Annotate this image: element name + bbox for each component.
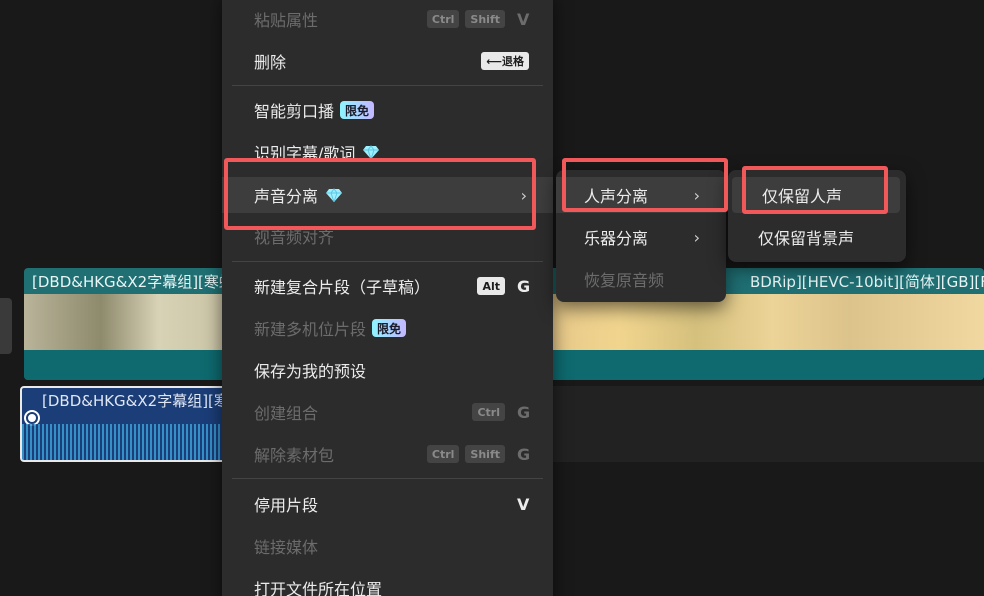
menu-item-recognize-subtitles[interactable]: 识别字幕/歌词 <box>222 134 553 170</box>
menu-separator <box>232 85 543 86</box>
menu-item-save-preset[interactable]: 保存为我的预设 <box>222 352 553 388</box>
kbd-letter: V <box>517 494 530 514</box>
submenu-item-vocal-separation[interactable]: 人声分离 › <box>556 177 726 213</box>
submenu-item-restore-audio[interactable]: 恢复原音频 <box>556 261 726 297</box>
menu-item-delete[interactable]: 删除 ⟵退格 <box>222 43 553 79</box>
menu-item-label: 新建多机位片段 <box>254 320 367 339</box>
menu-item-label: 创建组合 <box>254 404 319 423</box>
menu-item-new-compound-clip[interactable]: 新建复合片段（子草稿） Alt G <box>222 268 553 304</box>
kbd-letter: G <box>517 444 531 464</box>
keyframe-dot-icon[interactable] <box>26 412 38 424</box>
shortcut: Ctrl G <box>466 394 531 430</box>
menu-separator <box>232 261 543 262</box>
submenu-item-keep-vocals[interactable]: 仅保留人声 <box>732 177 900 213</box>
menu-item-label: 智能剪口播 <box>254 102 335 121</box>
kbd-shift: Shift <box>465 10 505 28</box>
kbd-alt: Alt <box>477 277 505 295</box>
submenu-item-keep-background[interactable]: 仅保留背景声 <box>728 219 906 255</box>
menu-item-label: 停用片段 <box>254 496 319 515</box>
menu-item-label: 识别字幕/歌词 <box>254 144 356 163</box>
menu-item-label: 声音分离 <box>254 187 319 206</box>
menu-item-label: 保存为我的预设 <box>254 362 367 381</box>
chevron-right-icon: › <box>693 227 700 247</box>
track-handle[interactable] <box>0 298 12 354</box>
menu-item-av-align[interactable]: 视音频对齐 <box>222 218 553 254</box>
diamond-icon <box>363 145 380 159</box>
menu-item-label: 人声分离 <box>584 187 649 206</box>
shortcut: Ctrl Shift G <box>421 436 531 472</box>
menu-item-open-file-location[interactable]: 打开文件所在位置 <box>222 570 553 596</box>
menu-item-label: 仅保留背景声 <box>758 229 855 248</box>
chevron-right-icon: › <box>693 185 700 205</box>
shortcut: Alt G <box>471 268 531 304</box>
submenu-vocal-options: 仅保留人声 仅保留背景声 <box>728 170 906 262</box>
free-badge: 限免 <box>340 101 375 119</box>
kbd-letter: G <box>517 402 531 422</box>
menu-item-label: 新建复合片段（子草稿） <box>254 278 431 297</box>
shortcut: ⟵退格 <box>475 43 529 79</box>
video-clip-title-right: BDRip][HEVC-10bit][简体][GB][FLAC] <box>750 273 984 291</box>
menu-item-label: 粘贴属性 <box>254 11 319 30</box>
kbd-ctrl: Ctrl <box>426 10 460 28</box>
video-clip-title: [DBD&HKG&X2字幕组][寒蝉 <box>32 273 234 291</box>
menu-item-new-multicam[interactable]: 新建多机位片段 限免 <box>222 310 553 346</box>
kbd-ctrl: Ctrl <box>472 403 505 421</box>
free-badge: 限免 <box>372 319 407 337</box>
menu-item-unpack-material[interactable]: 解除素材包 Ctrl Shift G <box>222 436 553 472</box>
audio-clip-title: [DBD&HKG&X2字幕组][寒蝉 <box>42 392 244 410</box>
shortcut: V <box>505 486 529 522</box>
kbd-shift: Shift <box>465 445 505 463</box>
shortcut: Ctrl Shift V <box>421 1 529 37</box>
menu-item-label: 删除 <box>254 53 287 72</box>
diamond-icon <box>326 188 343 202</box>
menu-separator <box>232 478 543 479</box>
menu-item-paste-attributes[interactable]: 粘贴属性 Ctrl Shift V <box>222 1 553 37</box>
menu-item-label: 解除素材包 <box>254 446 335 465</box>
chevron-right-icon: › <box>520 185 527 205</box>
menu-item-label: 打开文件所在位置 <box>254 580 383 596</box>
kbd-backspace: ⟵退格 <box>481 52 529 70</box>
menu-item-sound-separation[interactable]: 声音分离 › <box>222 177 553 213</box>
submenu-sound-separation: 人声分离 › 乐器分离 › 恢复原音频 <box>556 170 726 302</box>
menu-item-create-group[interactable]: 创建组合 Ctrl G <box>222 394 553 430</box>
menu-item-label: 链接媒体 <box>254 538 319 557</box>
menu-item-smart-cut[interactable]: 智能剪口播 限免 <box>222 92 553 128</box>
kbd-ctrl: Ctrl <box>426 445 460 463</box>
kbd-letter: G <box>517 276 531 296</box>
context-menu: 粘贴属性 Ctrl Shift V 删除 ⟵退格 智能剪口播 限免 识别字幕/歌… <box>222 0 553 596</box>
kbd-letter: V <box>517 9 530 29</box>
menu-item-link-media[interactable]: 链接媒体 <box>222 528 553 564</box>
menu-item-label: 乐器分离 <box>584 229 649 248</box>
menu-item-label: 仅保留人声 <box>762 187 843 206</box>
submenu-item-instrument-separation[interactable]: 乐器分离 › <box>556 219 726 255</box>
menu-item-label: 恢复原音频 <box>584 271 665 290</box>
menu-item-disable-clip[interactable]: 停用片段 V <box>222 486 553 522</box>
menu-item-label: 视音频对齐 <box>254 228 335 247</box>
